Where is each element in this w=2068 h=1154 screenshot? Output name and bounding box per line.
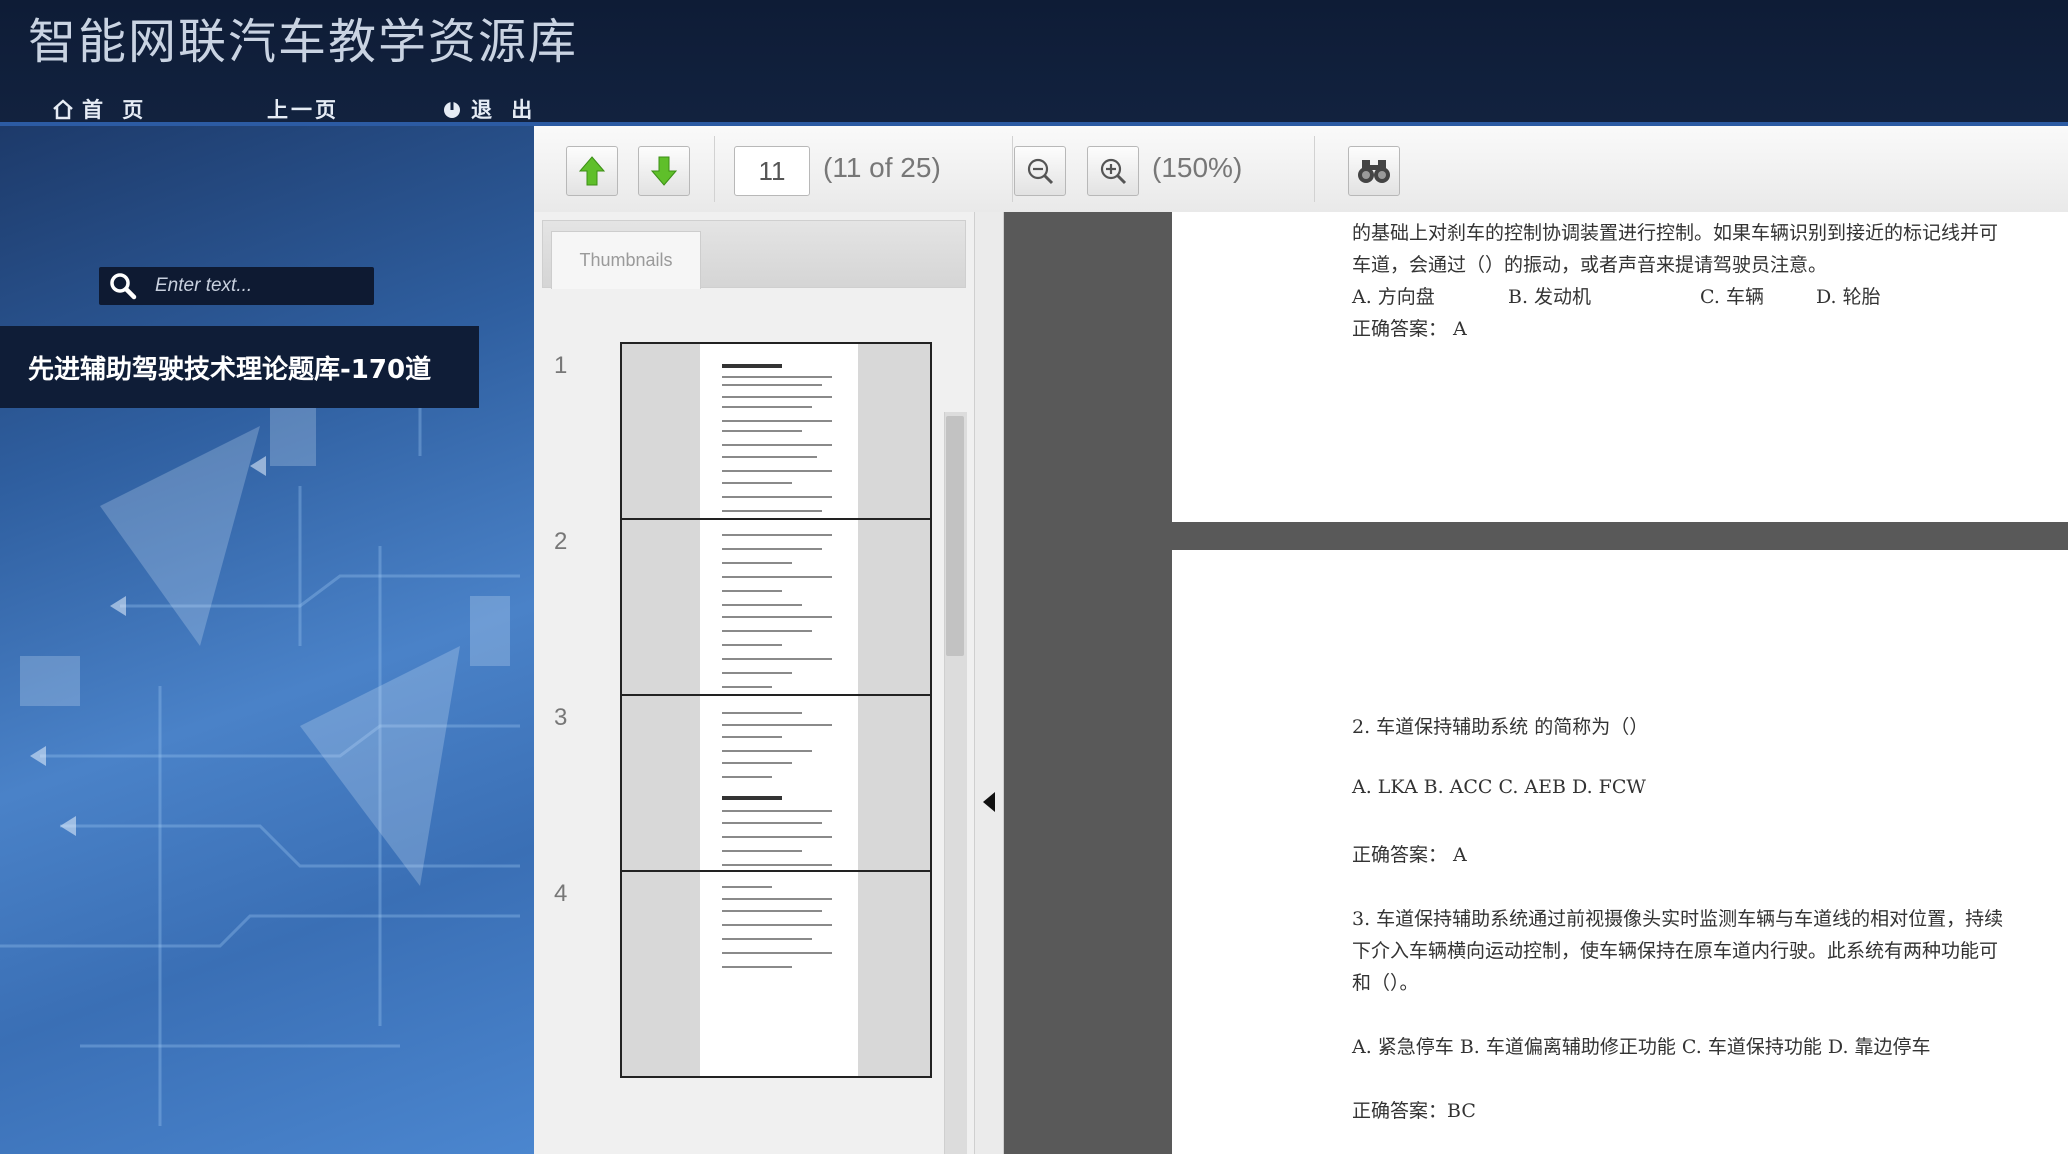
correct-answer: 正确答案： A bbox=[1352, 844, 1467, 866]
zoom-in-icon bbox=[1100, 158, 1127, 185]
nav-logout-label: 退 出 bbox=[471, 98, 539, 122]
thumbnail-number: 4 bbox=[554, 880, 568, 907]
nav-home[interactable]: 首 页 bbox=[52, 94, 204, 124]
nav-logout[interactable]: 退 出 bbox=[441, 94, 538, 124]
binoculars-icon bbox=[1358, 160, 1390, 183]
thumbnails-panel: Thumbnails 1 2 3 4 bbox=[534, 212, 974, 1154]
thumbnail-number: 1 bbox=[554, 352, 568, 379]
toolbar-separator bbox=[1012, 136, 1013, 202]
thumbnail-number: 3 bbox=[554, 704, 568, 731]
nav-prev-page[interactable]: 上一页 bbox=[267, 94, 369, 124]
arrow-up-icon bbox=[579, 156, 605, 186]
document-page: 的基础上对刹车的控制协调装置进行控制。如果车辆识别到接近的标记线并可 车道，会通… bbox=[1172, 212, 2068, 522]
zoom-level-label: (150%) bbox=[1152, 152, 1243, 183]
sidebar-toggle[interactable] bbox=[974, 212, 1004, 1154]
page-count-label: (11 of 25) bbox=[823, 152, 941, 183]
left-panel: 先进辅助驾驶技术理论题库-170道 bbox=[0, 126, 534, 1154]
home-icon bbox=[53, 99, 73, 120]
answer-options: A. 紧急停车 B. 车道偏离辅助修正功能 C. 车道保持功能 D. 靠边停车 bbox=[1352, 1036, 1931, 1058]
answer-options: A. LKA B. ACC C. AEB D. FCW bbox=[1352, 776, 1646, 798]
nav-prev-label: 上一页 bbox=[267, 98, 339, 122]
power-icon bbox=[444, 101, 460, 118]
correct-answer: 正确答案： A bbox=[1352, 318, 1467, 340]
pdf-viewer: (11 of 25) (150%) bbox=[534, 126, 2068, 1154]
thumbnail-number: 2 bbox=[554, 528, 568, 555]
viewer-toolbar: (11 of 25) (150%) bbox=[534, 126, 2068, 213]
document-title-bar[interactable]: 先进辅助驾驶技术理论题库-170道 bbox=[0, 326, 479, 408]
sidebar-tabstrip: Thumbnails bbox=[542, 220, 966, 289]
answer-option: A. 方向盘 bbox=[1352, 286, 1435, 308]
tab-thumbnails[interactable]: Thumbnails bbox=[551, 231, 701, 289]
app-header: 智能网联汽车教学资源库 首 页 上一页 退 出 bbox=[0, 0, 2068, 126]
text-line: 车道，会通过（）的振动，或者声音来提请驾驶员注意。 bbox=[1352, 254, 1828, 276]
answer-option: D. 轮胎 bbox=[1816, 286, 1881, 308]
search-icon[interactable] bbox=[107, 270, 139, 302]
page-number-input[interactable] bbox=[734, 146, 810, 196]
search-box bbox=[99, 267, 374, 305]
text-line: 的基础上对刹车的控制协调装置进行控制。如果车辆识别到接近的标记线并可 bbox=[1352, 222, 1999, 244]
answer-option: C. 车辆 bbox=[1700, 286, 1764, 308]
document-title: 先进辅助驾驶技术理论题库-170道 bbox=[28, 354, 432, 385]
app-title: 智能网联汽车教学资源库 bbox=[28, 14, 579, 70]
nav-home-label: 首 页 bbox=[82, 98, 150, 122]
toolbar-separator bbox=[714, 136, 715, 202]
question-text: 2. 车道保持辅助系统 的简称为（） bbox=[1352, 716, 1649, 738]
question-text: 和（）。 bbox=[1352, 972, 1419, 994]
document-page: 2. 车道保持辅助系统 的简称为（） A. LKA B. ACC C. AEB … bbox=[1172, 550, 2068, 1154]
zoom-out-button[interactable] bbox=[1014, 146, 1066, 196]
collapse-arrow-icon bbox=[983, 792, 995, 812]
question-text: 下介入车辆横向运动控制，使车辆保持在原车道内行驶。此系统有两种功能可 bbox=[1352, 940, 1999, 962]
answer-option: B. 发动机 bbox=[1508, 286, 1592, 308]
arrow-down-icon bbox=[651, 156, 677, 186]
search-input[interactable] bbox=[153, 274, 367, 298]
toolbar-separator bbox=[1314, 136, 1315, 202]
question-text: 3. 车道保持辅助系统通过前视摄像头实时监测车辆与车道线的相对位置，持续 bbox=[1352, 908, 2004, 930]
next-page-button[interactable] bbox=[638, 146, 690, 196]
zoom-in-button[interactable] bbox=[1087, 146, 1139, 196]
find-button[interactable] bbox=[1348, 146, 1400, 196]
correct-answer: 正确答案：BC bbox=[1352, 1100, 1476, 1122]
thumbnails-scroll-thumb[interactable] bbox=[946, 416, 964, 656]
thumbnail-image bbox=[620, 870, 932, 1078]
thumbnail-page-sheet bbox=[700, 872, 858, 1076]
document-view[interactable]: 的基础上对刹车的控制协调装置进行控制。如果车辆识别到接近的标记线并可 车道，会通… bbox=[1004, 212, 2068, 1154]
zoom-out-icon bbox=[1027, 158, 1054, 185]
previous-page-button[interactable] bbox=[566, 146, 618, 196]
top-nav: 首 页 上一页 退 出 bbox=[52, 94, 596, 124]
